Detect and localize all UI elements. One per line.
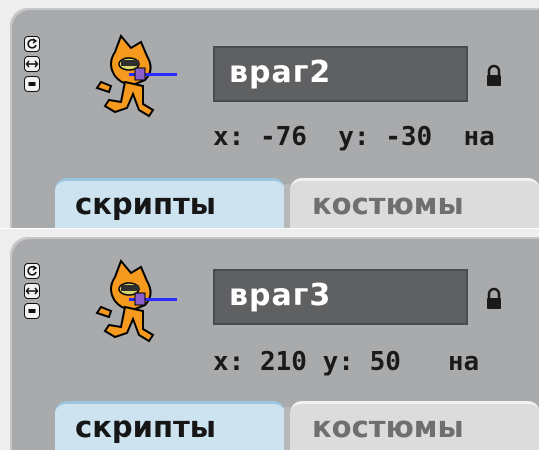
y-value: 50: [369, 347, 401, 377]
rotate-all-around-icon[interactable]: [24, 263, 40, 279]
sprite-tabs: скрипты костюмы: [0, 178, 539, 228]
y-value: -30: [385, 122, 433, 152]
sprite-thumbnail: [85, 30, 185, 130]
rotation-style-buttons: [24, 263, 42, 323]
sprite-position: x: -76 y: -30 на: [213, 122, 495, 152]
tab-costumes[interactable]: костюмы: [290, 401, 539, 450]
x-label: x:: [213, 347, 245, 377]
tab-costumes[interactable]: костюмы: [290, 178, 539, 228]
sprite-position: x: 210 y: 50 на: [213, 347, 479, 377]
x-value: 210: [259, 347, 307, 377]
rotate-all-around-icon[interactable]: [24, 36, 40, 52]
direction-label: на: [447, 347, 480, 377]
sprite-tabs: скрипты костюмы: [0, 401, 539, 450]
cat-sprite-icon: [95, 259, 177, 343]
left-right-flip-icon[interactable]: [24, 283, 40, 299]
sprite-name: враг2: [229, 55, 332, 90]
sprite-name-field[interactable]: враг3: [213, 269, 468, 325]
y-label: y:: [322, 347, 354, 377]
direction-label: на: [463, 122, 495, 152]
tab-scripts[interactable]: скрипты: [55, 401, 285, 450]
sprite-name-field[interactable]: враг2: [213, 46, 468, 102]
lock-icon[interactable]: [484, 64, 504, 88]
y-label: y:: [338, 122, 370, 152]
left-right-flip-icon[interactable]: [24, 56, 40, 72]
sprite-thumbnail: [85, 255, 185, 355]
cat-sprite-icon: [95, 34, 177, 118]
x-label: x:: [213, 122, 245, 152]
lock-icon[interactable]: [484, 287, 504, 311]
sprite-info-panel: враг3 x: 210 y: 50 на скрипты костюмы: [0, 229, 539, 450]
dont-rotate-icon[interactable]: [24, 76, 40, 92]
rotation-style-buttons: [24, 36, 42, 96]
tab-scripts[interactable]: скрипты: [55, 178, 285, 228]
sprite-name: враг3: [229, 278, 332, 313]
x-value: -76: [259, 122, 307, 152]
dont-rotate-icon[interactable]: [24, 303, 40, 319]
sprite-info-panel: враг2 x: -76 y: -30 на скрипты костюмы: [0, 0, 539, 228]
